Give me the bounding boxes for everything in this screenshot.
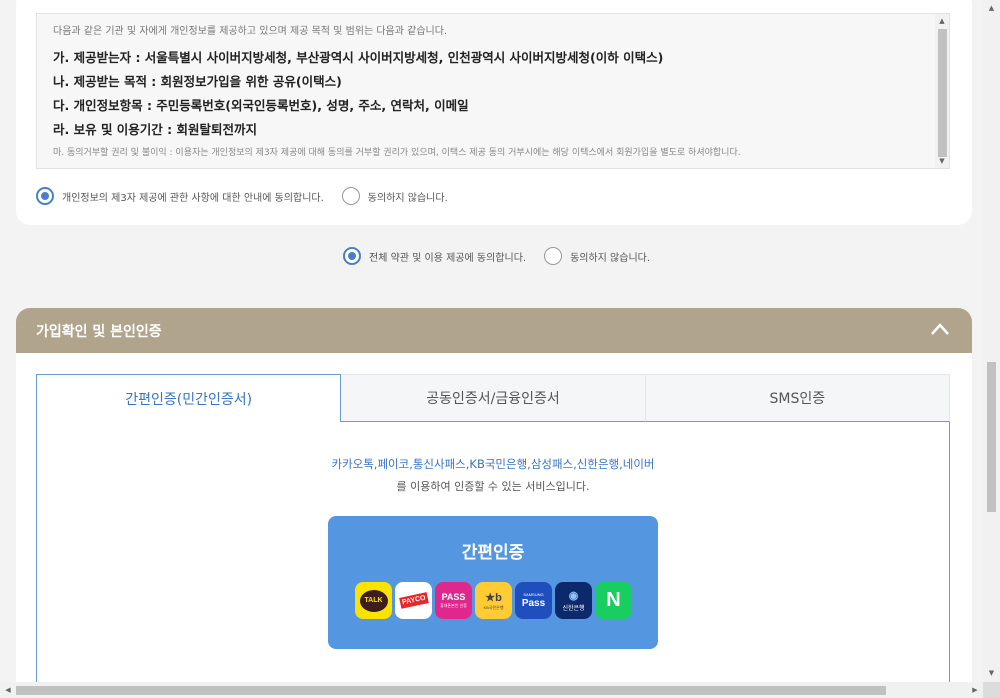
kb-logo-text: ★b [485, 591, 502, 604]
radio-unchecked-icon[interactable] [544, 247, 563, 265]
naver-icon: N [595, 582, 632, 619]
terms-item-recipient: 가. 제공받는자 : 서울특별시 사이버지방세청, 부산광역시 사이버지방세청,… [53, 50, 664, 65]
all-disagree-label: 동의하지 않습니다. [570, 252, 651, 264]
pass-logo-sub: 휴대폰본인 인증 [440, 603, 467, 608]
shinhan-logo-text: ◉ [568, 590, 579, 602]
third-party-agree-option[interactable]: 개인정보의 제3자 제공에 관한 사항에 대한 안내에 동의합니다. [36, 187, 324, 205]
page-vertical-scrollbar[interactable]: ▲ ▼ [983, 0, 1000, 682]
samsung-pass-icon: SAMSUNG Pass [515, 582, 552, 619]
third-party-disagree-label: 동의하지 않습니다. [367, 192, 448, 204]
third-party-consent-card: 다음과 같은 기관 및 자에게 개인정보를 제공하고 있으며 제공 목적 및 범… [16, 0, 972, 225]
third-party-agree-label: 개인정보의 제3자 제공에 관한 사항에 대한 안내에 동의합니다. [62, 192, 324, 204]
payco-logo-text: PAYCO [398, 592, 429, 609]
scroll-left-icon[interactable]: ◀ [0, 682, 16, 698]
service-list: 카카오톡,페이코,통신사패스,KB국민은행,삼성패스,신한은행,네이버 [331, 457, 655, 471]
terms-item-purpose: 나. 제공받는 목적 : 회원정보가입을 위한 공유(이택스) [53, 74, 342, 89]
all-consent-options: 전체 약관 및 이용 제공에 동의합니다. 동의하지 않습니다. [343, 247, 668, 265]
simple-auth-button-label: 간편인증 [461, 543, 525, 563]
pass-icon: PASS 휴대폰본인 인증 [435, 582, 472, 619]
terms-item-period: 라. 보유 및 이용기간 : 회원탈퇴전까지 [53, 122, 258, 137]
tab-simple-auth[interactable]: 간편인증(민간인증서) [36, 374, 342, 422]
terms-box[interactable]: 다음과 같은 기관 및 자에게 개인정보를 제공하고 있으며 제공 목적 및 범… [36, 13, 950, 169]
shinhan-logo-sub: 신한은행 [562, 606, 585, 612]
simple-auth-panel: 카카오톡,페이코,통신사패스,KB국민은행,삼성패스,신한은행,네이버 를 이용… [36, 422, 950, 684]
third-party-disagree-option[interactable]: 동의하지 않습니다. [341, 187, 448, 205]
all-agree-option[interactable]: 전체 약관 및 이용 제공에 동의합니다. [343, 247, 526, 265]
samsung-pass-logo-text: Pass [521, 598, 546, 609]
page-horizontal-scroll-thumb[interactable] [16, 686, 886, 695]
auth-section-body: 간편인증(민간인증서) 공동인증서/금융인증서 SMS인증 카카오톡,페이코,통… [16, 353, 972, 698]
kakaotalk-icon: TALK [355, 582, 392, 619]
service-description: 를 이용하여 인증할 수 있는 서비스입니다. [396, 480, 590, 493]
kakaotalk-logo-text: TALK [359, 589, 388, 612]
terms-note: 마. 동의거부할 권리 및 불이익 : 이용자는 개인정보의 제3자 제공에 대… [53, 148, 741, 158]
terms-intro: 다음과 같은 기관 및 자에게 개인정보를 제공하고 있으며 제공 목적 및 범… [53, 26, 448, 37]
pass-logo-text: PASS [441, 592, 466, 602]
scroll-down-icon[interactable]: ▼ [983, 665, 1000, 682]
terms-content: 다음과 같은 기관 및 자에게 개인정보를 제공하고 있으며 제공 목적 및 범… [53, 24, 919, 162]
naver-logo-text: N [606, 589, 621, 611]
radio-unchecked-icon[interactable] [341, 187, 360, 205]
auth-section-header[interactable]: 가입확인 및 본인인증 [16, 308, 972, 353]
third-party-consent-options: 개인정보의 제3자 제공에 관한 사항에 대한 안내에 동의합니다. 동의하지 … [36, 187, 466, 205]
scroll-down-icon[interactable]: ▼ [935, 154, 949, 168]
scrollbar-corner [983, 682, 1000, 698]
tab-sms-auth[interactable]: SMS인증 [645, 374, 950, 422]
all-agree-label: 전체 약관 및 이용 제공에 동의합니다. [369, 252, 527, 264]
tab-certificate-auth[interactable]: 공동인증서/금융인증서 [341, 374, 646, 422]
simple-auth-button[interactable]: 간편인증 TALK PAYCO PASS 휴대폰본인 인증 ★b KB국민은행 … [328, 516, 658, 649]
all-disagree-option[interactable]: 동의하지 않습니다. [544, 247, 650, 265]
shinhan-icon: ◉ 신한은행 [555, 582, 592, 619]
payco-icon: PAYCO [395, 582, 432, 619]
terms-scrollbar[interactable]: ▲ ▼ [935, 14, 949, 168]
radio-checked-icon[interactable] [343, 247, 361, 265]
terms-scroll-thumb[interactable] [938, 29, 947, 157]
scroll-right-icon[interactable]: ▶ [967, 682, 983, 698]
page-horizontal-scrollbar[interactable]: ◀ ▶ [0, 682, 983, 698]
auth-tabs: 간편인증(민간인증서) 공동인증서/금융인증서 SMS인증 [36, 374, 950, 422]
page-vertical-scroll-thumb[interactable] [987, 362, 996, 512]
provider-logos: TALK PAYCO PASS 휴대폰본인 인증 ★b KB국민은행 SAMSU… [355, 582, 632, 619]
scroll-up-icon[interactable]: ▲ [983, 0, 1000, 17]
kb-icon: ★b KB국민은행 [475, 582, 512, 619]
auth-section-title: 가입확인 및 본인인증 [36, 324, 162, 340]
radio-checked-icon[interactable] [36, 187, 54, 205]
scroll-up-icon[interactable]: ▲ [935, 14, 949, 28]
terms-item-fields: 다. 개인정보항목 : 주민등록번호(외국인등록번호), 성명, 주소, 연락처… [53, 98, 469, 113]
chevron-up-icon[interactable] [930, 322, 950, 336]
kb-logo-sub: KB국민은행 [483, 604, 504, 610]
samsung-pass-logo-sub: SAMSUNG [523, 592, 544, 597]
